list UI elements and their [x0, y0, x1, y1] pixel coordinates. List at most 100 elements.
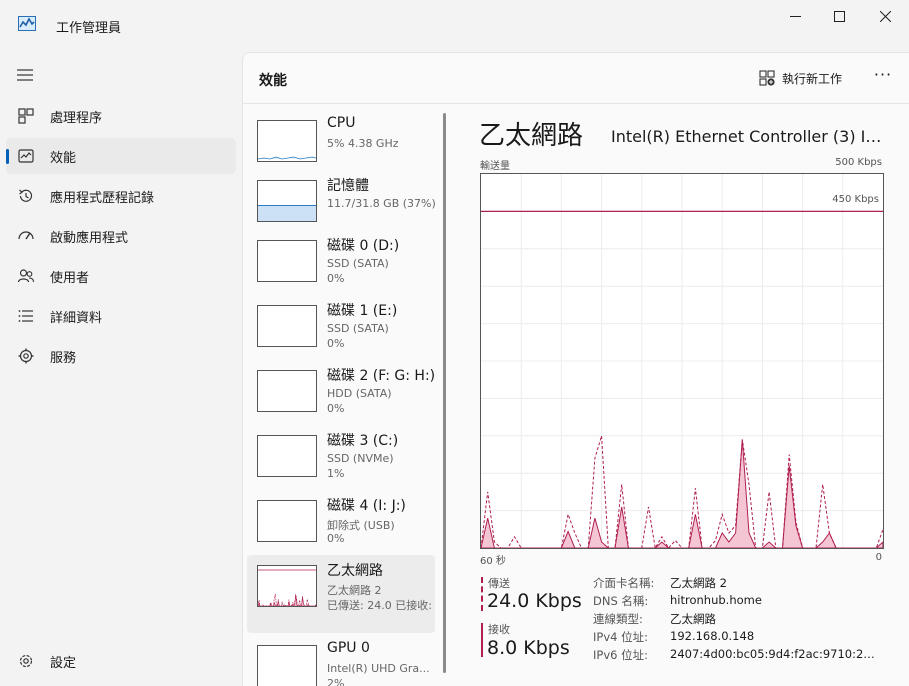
info-key: 連線類型: — [593, 612, 643, 626]
device-name: 磁碟 3 (C:) — [327, 433, 399, 449]
settings-gear-icon — [19, 654, 33, 668]
device-subtitle: HDD (SATA) — [327, 387, 392, 400]
device-name: 記憶體 — [327, 178, 369, 194]
disk-2-thumbnail — [257, 370, 317, 412]
info-key: IPv6 位址: — [593, 648, 648, 662]
info-key: IPv4 位址: — [593, 630, 648, 644]
disk-4-thumbnail — [257, 500, 317, 542]
performance-icon — [18, 149, 34, 163]
info-value: 2407:4d00:bc05:9d4:f2ac:9710:20ef... — [670, 647, 882, 661]
throughput-label: 輸送量 — [480, 161, 510, 172]
info-value: 乙太網路 2 — [670, 576, 727, 590]
active-indicator — [6, 149, 9, 164]
sidebar-item-users[interactable]: 使用者 — [6, 258, 236, 294]
run-task-label: 執行新工作 — [782, 71, 843, 86]
device-list: CPU 5% 4.38 GHz 記憶體 11.7/31.8 GB (37%) 磁… — [243, 105, 443, 686]
sidebar-item-startup-apps[interactable]: 啟動應用程式 — [6, 218, 236, 254]
page-title: 效能 — [259, 73, 287, 89]
minimize-button[interactable] — [772, 4, 818, 28]
hamburger-menu-icon[interactable] — [16, 68, 34, 82]
sidebar-item-label: 應用程式歷程記錄 — [50, 191, 155, 206]
device-name: 乙太網路 — [327, 563, 383, 579]
sidebar-item-label: 效能 — [50, 151, 77, 166]
memory-usage-fill — [258, 205, 316, 221]
more-options-button[interactable]: ··· — [871, 65, 895, 89]
throughput-graph: 450 Kbps — [480, 173, 884, 549]
reference-line-label: 450 Kbps — [832, 194, 879, 206]
thumbnail-send-line — [258, 593, 316, 606]
device-name: 磁碟 0 (D:) — [327, 238, 400, 254]
info-value: hitronhub.home — [670, 593, 762, 607]
device-value: 已傳送: 24.0 已接收: — [327, 599, 432, 612]
sidebar-item-label: 處理程序 — [50, 111, 103, 126]
run-new-task-button[interactable]: 執行新工作 — [759, 67, 842, 89]
send-label: 傳送 — [488, 577, 510, 590]
max-scale-label: 500 Kbps — [835, 157, 882, 168]
device-subtitle: 5% 4.38 GHz — [327, 137, 399, 150]
info-key: DNS 名稱: — [593, 594, 649, 608]
device-name: 磁碟 4 (I: J:) — [327, 498, 406, 514]
sidebar-item-label: 啟動應用程式 — [50, 231, 129, 246]
device-item-ethernet[interactable]: 乙太網路 乙太網路 2 已傳送: 24.0 已接收: — [247, 555, 435, 633]
header-divider — [243, 103, 909, 104]
close-button[interactable] — [862, 4, 908, 28]
sidebar-item-label: 服務 — [50, 351, 77, 366]
memory-thumbnail — [257, 180, 317, 222]
sidebar-item-processes[interactable]: 處理程序 — [6, 98, 236, 134]
device-value: 0% — [327, 272, 345, 285]
device-subtitle: 乙太網路 2 — [327, 584, 382, 597]
details-icon — [18, 310, 33, 322]
sidebar: 處理程序 效能 應用程式歷程記錄 啟動應用程式 使用者 詳細資料 服務 設定 — [0, 50, 242, 685]
sidebar-item-details[interactable]: 詳細資料 — [6, 298, 236, 334]
processes-icon — [18, 108, 34, 124]
info-key: 介面卡名稱: — [593, 576, 655, 590]
history-icon — [19, 189, 33, 202]
main-content: 效能 執行新工作 ··· CPU 5% 4.38 GHz 記憶體 11.7/31… — [242, 52, 909, 686]
device-name: 磁碟 2 (F: G: H:) — [327, 368, 436, 384]
device-subtitle: SSD (NVMe) — [327, 452, 394, 465]
maximize-button[interactable] — [816, 4, 862, 28]
receive-value: 8.0 Kbps — [487, 637, 570, 659]
run-task-icon — [759, 70, 775, 86]
startup-icon — [18, 231, 34, 240]
cpu-thumbnail — [257, 120, 317, 162]
sidebar-item-label: 使用者 — [50, 271, 90, 286]
device-name: GPU 0 — [327, 640, 370, 656]
adapter-name: Intel(R) Ethernet Controller (3) I225-V — [611, 127, 891, 146]
device-name: 磁碟 1 (E:) — [327, 303, 398, 319]
device-name: CPU — [327, 115, 356, 131]
window-title: 工作管理員 — [56, 21, 122, 36]
time-axis-end-label: 0 — [875, 552, 882, 563]
disk-1-thumbnail — [257, 305, 317, 347]
device-value: 0% — [327, 532, 345, 545]
send-value: 24.0 Kbps — [487, 590, 582, 612]
time-axis-start-label: 60 秒 — [480, 556, 506, 567]
gpu-0-thumbnail — [257, 645, 317, 686]
device-subtitle: Intel(R) UHD Gra... — [327, 662, 430, 675]
receive-label: 接收 — [488, 623, 510, 636]
detail-title: 乙太網路 — [479, 121, 584, 151]
device-subtitle: SSD (SATA) — [327, 322, 389, 335]
device-value: 0% — [327, 337, 345, 350]
sidebar-item-performance[interactable]: 效能 — [6, 138, 236, 174]
device-item-gpu-0[interactable]: GPU 0 Intel(R) UHD Gra... 2% — [247, 635, 435, 686]
maximize-icon — [833, 10, 845, 22]
device-subtitle: 卸除式 (USB) — [327, 519, 395, 532]
receive-legend-marker — [481, 623, 483, 657]
ethernet-thumbnail — [257, 565, 317, 607]
close-icon — [879, 10, 891, 22]
services-icon — [18, 348, 34, 364]
sidebar-item-app-history[interactable]: 應用程式歷程記錄 — [6, 178, 236, 214]
throughput-chart — [481, 174, 883, 548]
device-subtitle: SSD (SATA) — [327, 257, 389, 270]
minimize-icon — [789, 15, 801, 17]
device-value: 1% — [327, 467, 345, 480]
detail-panel: 乙太網路 Intel(R) Ethernet Controller (3) I2… — [453, 105, 909, 686]
title-bar: 工作管理員 — [0, 0, 909, 50]
send-legend-marker — [481, 577, 483, 611]
disk-0-thumbnail — [257, 240, 317, 282]
device-list-scrollbar[interactable] — [443, 113, 446, 673]
disk-3-thumbnail — [257, 435, 317, 477]
sidebar-item-settings[interactable]: 設定 — [6, 643, 236, 679]
sidebar-item-services[interactable]: 服務 — [6, 338, 236, 374]
